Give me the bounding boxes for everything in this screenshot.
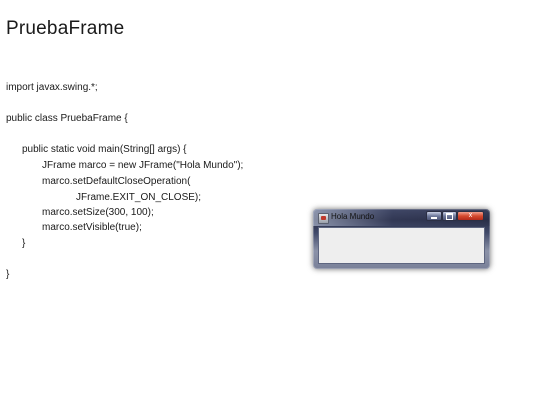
window-title: Hola Mundo: [331, 212, 375, 221]
code-line: JFrame.EXIT_ON_CLOSE);: [76, 192, 202, 203]
maximize-icon: [446, 213, 453, 220]
minimize-button[interactable]: [426, 211, 442, 221]
code-line: marco.setVisible(true);: [42, 222, 142, 233]
jframe-window[interactable]: Hola Mundo x: [313, 209, 490, 269]
minimize-icon: [431, 217, 437, 219]
code-line: import javax.swing.*;: [6, 82, 98, 93]
close-button[interactable]: x: [457, 211, 484, 221]
code-line: public class PruebaFrame {: [6, 113, 128, 124]
code-line: public static void main(String[] args) {: [22, 144, 187, 155]
maximize-button[interactable]: [442, 211, 457, 221]
code-line: marco.setDefaultCloseOperation(: [42, 176, 191, 187]
close-icon: x: [468, 212, 473, 219]
window-titlebar[interactable]: Hola Mundo x: [313, 209, 490, 226]
java-app-icon[interactable]: [318, 213, 329, 224]
code-line: JFrame marco = new JFrame("Hola Mundo");: [42, 160, 244, 171]
code-line: }: [22, 238, 26, 249]
code-line: }: [6, 269, 10, 280]
window-content-pane[interactable]: [318, 227, 485, 264]
code-line: marco.setSize(300, 100);: [42, 207, 154, 218]
